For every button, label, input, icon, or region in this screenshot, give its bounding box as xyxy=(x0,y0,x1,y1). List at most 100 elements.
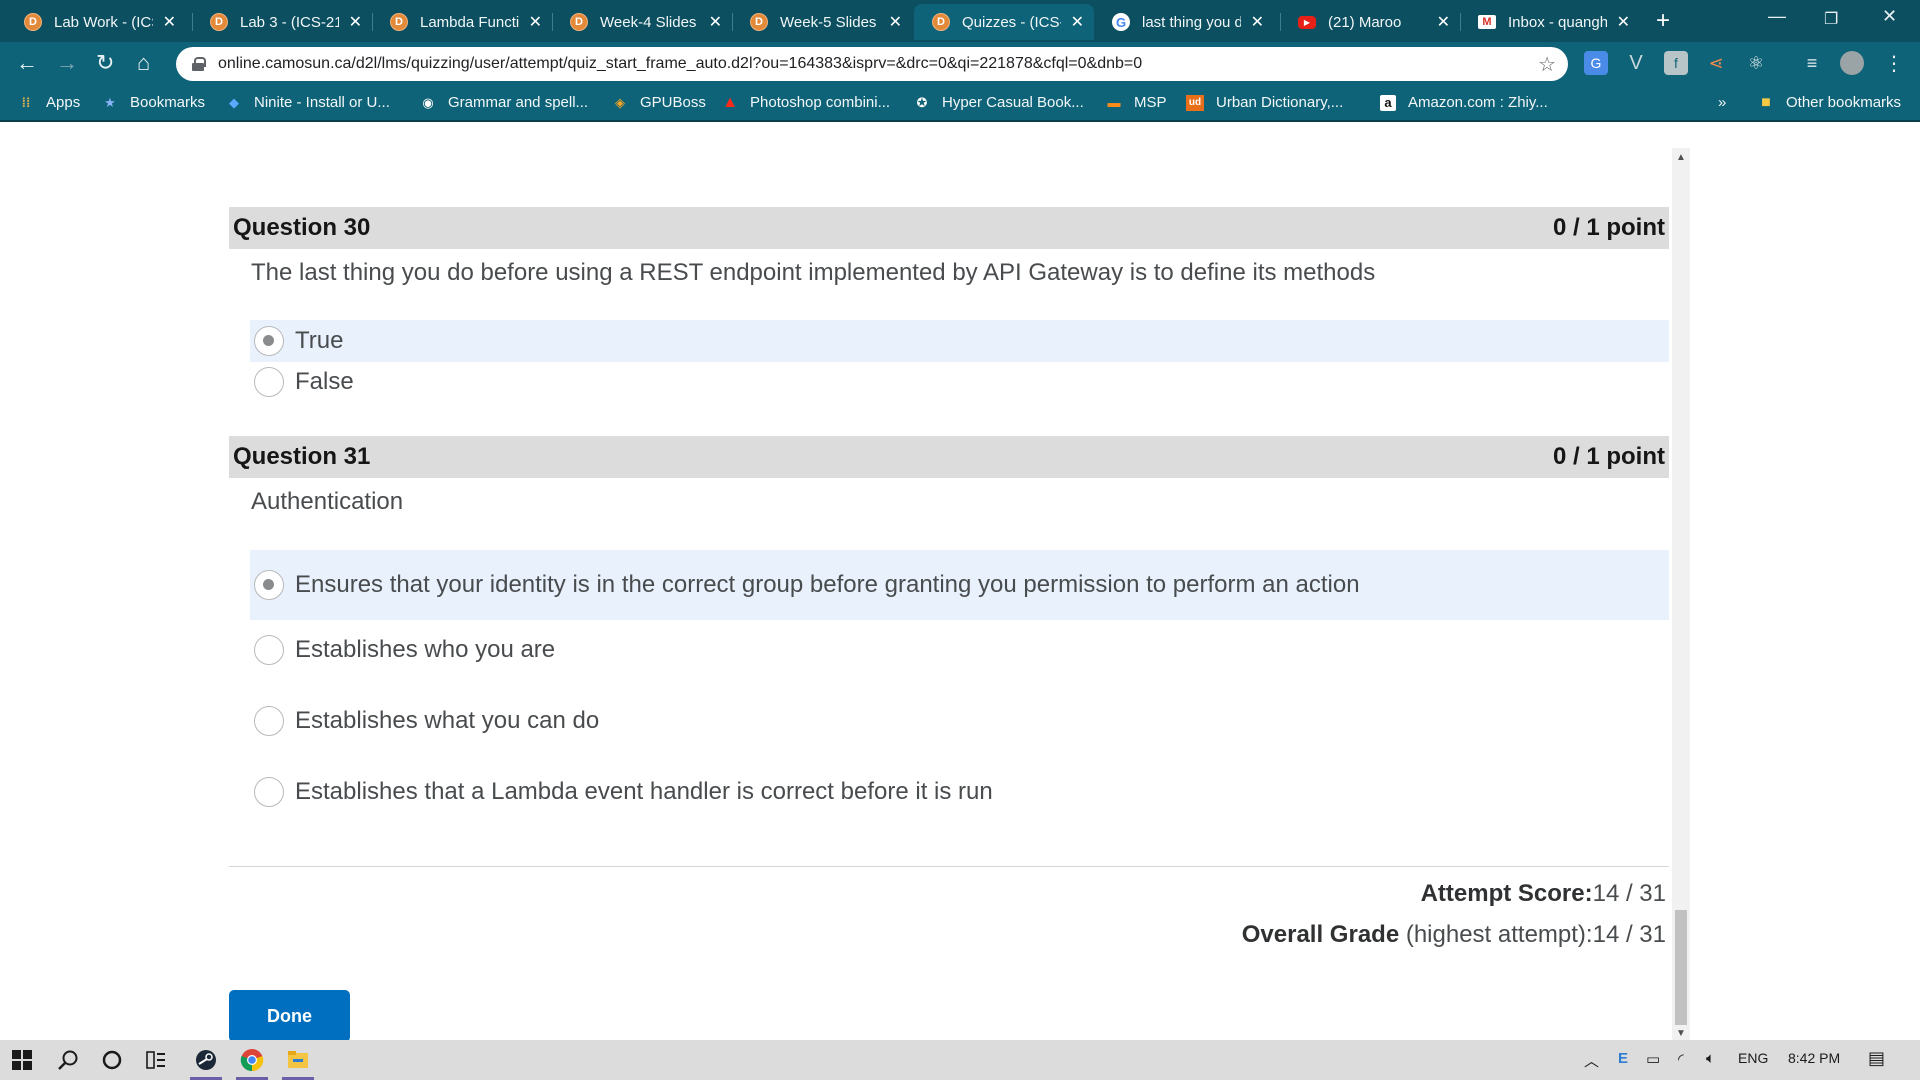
share-extension-icon[interactable]: ⋖ xyxy=(1704,51,1728,75)
window-close-icon[interactable]: ✕ xyxy=(1882,6,1897,27)
bookmark-grammar[interactable]: ◉ Grammar and spell... xyxy=(420,94,588,111)
back-icon[interactable]: ← xyxy=(16,50,38,76)
tab[interactable]: M Inbox - quangh ✕ xyxy=(1460,4,1640,40)
tab[interactable]: G last thing you d ✕ xyxy=(1094,4,1274,40)
battery-icon[interactable]: ▭ xyxy=(1646,1050,1660,1068)
url-text: online.camosun.ca/d2l/lms/quizzing/user/… xyxy=(218,55,1143,72)
tab[interactable]: D Week-4 Slides ✕ xyxy=(552,4,732,40)
close-tab-icon[interactable]: ✕ xyxy=(163,12,176,32)
bookmark-star-icon[interactable]: ☆ xyxy=(1538,52,1556,77)
react-extension-icon[interactable]: ⚛ xyxy=(1744,51,1768,75)
page-scrollbar[interactable]: ▲ ▼ xyxy=(1672,148,1690,1040)
tab-title: Week-4 Slides xyxy=(600,13,697,31)
cortana-icon[interactable] xyxy=(92,1040,132,1080)
answer-option[interactable]: Establishes what you can do xyxy=(250,701,1669,741)
tab[interactable]: D Lab Work - (ICS ✕ xyxy=(6,4,186,40)
clock[interactable]: 8:42 PM xyxy=(1788,1050,1840,1066)
search-icon[interactable] xyxy=(48,1040,88,1080)
tab[interactable]: ▶ (21) Maroo ✕ xyxy=(1280,4,1460,40)
profile-avatar[interactable] xyxy=(1840,51,1864,75)
radio-button[interactable] xyxy=(254,635,284,665)
bookmark-urban-dictionary[interactable]: ud Urban Dictionary,... xyxy=(1186,94,1343,111)
facebook-extension-icon[interactable]: f xyxy=(1664,51,1688,75)
new-tab-icon[interactable]: + xyxy=(1656,7,1670,35)
forward-icon[interactable]: → xyxy=(56,50,78,76)
minimize-icon[interactable]: — xyxy=(1768,6,1786,27)
tray-app-icon[interactable]: E xyxy=(1618,1050,1628,1067)
taskbar: ︿ E ▭ ◜ 🔈︎ ENG 8:42 PM ▤ xyxy=(0,1040,1920,1080)
scroll-down-arrow-icon[interactable]: ▼ xyxy=(1676,1028,1686,1039)
chrome-icon[interactable] xyxy=(232,1040,272,1080)
menu-kebab-icon[interactable]: ⋮ xyxy=(1882,51,1906,75)
notifications-icon[interactable]: ▤ xyxy=(1868,1048,1885,1069)
windows-start-icon[interactable] xyxy=(2,1040,42,1080)
answer-label: False xyxy=(295,368,354,395)
overall-grade-label: Overall Grade xyxy=(1241,921,1400,948)
msp-icon: ▬ xyxy=(1107,95,1121,110)
radio-button[interactable] xyxy=(254,326,284,356)
media-queue-icon[interactable]: ≡ xyxy=(1800,51,1824,75)
done-button[interactable]: Done xyxy=(229,990,350,1042)
scroll-up-arrow-icon[interactable]: ▲ xyxy=(1676,152,1686,163)
bookmark-amazon[interactable]: a Amazon.com : Zhiy... xyxy=(1380,94,1548,111)
language-indicator[interactable]: ENG xyxy=(1738,1050,1768,1066)
question-text: The last thing you do before using a RES… xyxy=(251,259,1376,286)
steam-icon[interactable] xyxy=(186,1040,226,1080)
vimeo-extension-icon[interactable]: V xyxy=(1624,51,1648,75)
brightspace-icon: D xyxy=(24,13,42,31)
answer-option[interactable]: False xyxy=(250,362,1669,402)
bookmarks-overflow[interactable]: » xyxy=(1718,94,1726,111)
tab-active[interactable]: D Quizzes - (ICS- ✕ xyxy=(914,4,1094,40)
task-view-icon[interactable] xyxy=(136,1040,176,1080)
tray-overflow-chevron-icon[interactable]: ︿ xyxy=(1584,1050,1599,1071)
restore-icon[interactable]: ❐ xyxy=(1824,9,1838,29)
file-explorer-icon[interactable] xyxy=(278,1040,318,1080)
close-tab-icon[interactable]: ✕ xyxy=(709,12,722,32)
radio-button[interactable] xyxy=(254,367,284,397)
gmail-icon: M xyxy=(1478,15,1496,29)
close-tab-icon[interactable]: ✕ xyxy=(529,12,542,32)
close-tab-icon[interactable]: ✕ xyxy=(1437,12,1450,32)
close-tab-icon[interactable]: ✕ xyxy=(1071,12,1084,32)
radio-button[interactable] xyxy=(254,706,284,736)
tab[interactable]: D Lambda Functio ✕ xyxy=(372,4,552,40)
bookmark-apps[interactable]: ⁞⁞ Apps xyxy=(18,94,81,111)
close-tab-icon[interactable]: ✕ xyxy=(889,12,902,32)
bookmark-msp[interactable]: ▬ MSP xyxy=(1106,94,1167,111)
volume-icon[interactable]: 🔈︎ xyxy=(1706,1050,1715,1067)
urban-dictionary-icon: ud xyxy=(1186,94,1204,111)
bookmark-ninite[interactable]: ◆ Ninite - Install or U... xyxy=(226,94,390,111)
adobe-icon: ▲ xyxy=(722,93,738,111)
answer-option[interactable]: Ensures that your identity is in the cor… xyxy=(250,550,1669,620)
bookmark-gpuboss[interactable]: ◈ GPUBoss xyxy=(612,94,706,111)
scroll-thumb[interactable] xyxy=(1675,910,1687,1025)
other-bookmarks[interactable]: ■ Other bookmarks xyxy=(1758,94,1901,112)
reload-icon[interactable]: ↻ xyxy=(96,50,114,76)
bookmark-photoshop[interactable]: ▲ Photoshop combini... xyxy=(722,93,890,112)
tab[interactable]: D Lab 3 - (ICS-21 ✕ xyxy=(192,4,372,40)
bookmark-label: Bookmarks xyxy=(130,94,206,111)
tab[interactable]: D Week-5 Slides ✕ xyxy=(732,4,912,40)
tab-strip: D Lab Work - (ICS ✕ D Lab 3 - (ICS-21 ✕ … xyxy=(0,0,1920,42)
question-points: 0 / 1 point xyxy=(1552,214,1665,241)
answer-option[interactable]: Establishes that a Lambda event handler … xyxy=(250,772,1669,812)
bookmark-label: Apps xyxy=(46,94,81,111)
lock-icon xyxy=(192,57,206,71)
address-bar[interactable]: online.camosun.ca/d2l/lms/quizzing/user/… xyxy=(176,47,1568,81)
tab-title: Lab Work - (ICS xyxy=(54,13,153,31)
bookmark-hyper-casual[interactable]: ✪ Hyper Casual Book... xyxy=(914,94,1084,111)
answer-option[interactable]: True xyxy=(250,320,1669,362)
wifi-icon[interactable]: ◜ xyxy=(1678,1050,1684,1068)
answer-option[interactable]: Establishes who you are xyxy=(250,630,1669,670)
radio-button[interactable] xyxy=(254,570,284,600)
close-tab-icon[interactable]: ✕ xyxy=(1617,12,1630,32)
home-icon[interactable]: ⌂ xyxy=(137,50,150,76)
translate-extension-icon[interactable]: G xyxy=(1584,51,1608,75)
question-title: Question 30 xyxy=(233,214,371,241)
close-tab-icon[interactable]: ✕ xyxy=(349,12,362,32)
tab-title: (21) Maroo xyxy=(1328,13,1402,31)
close-tab-icon[interactable]: ✕ xyxy=(1251,12,1264,32)
overall-grade: Overall Grade (highest attempt):14 / 31 xyxy=(1242,921,1666,949)
radio-button[interactable] xyxy=(254,777,284,807)
bookmark-bookmarks[interactable]: ★ Bookmarks xyxy=(102,94,205,111)
